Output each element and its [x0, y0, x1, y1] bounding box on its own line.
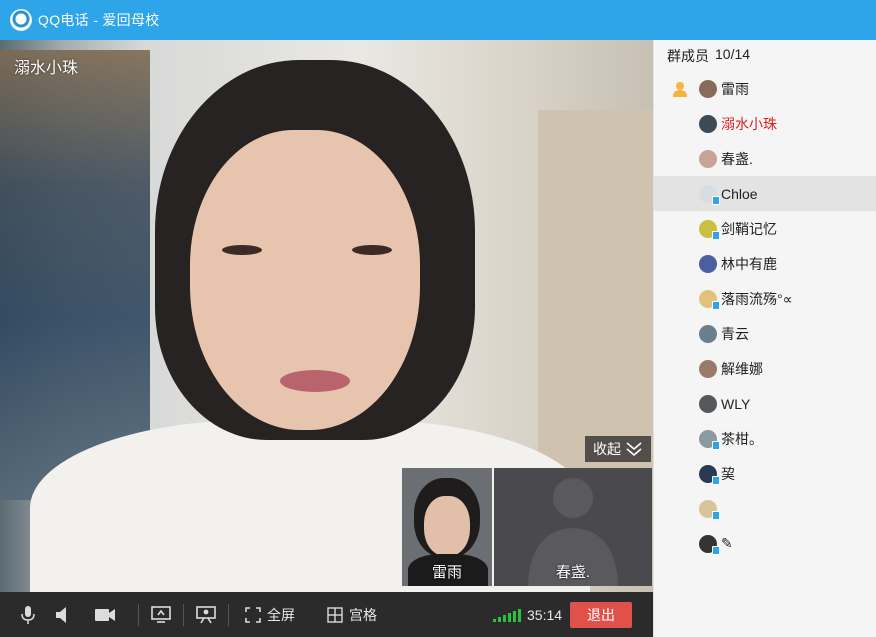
member-count: 10/14 [715, 46, 751, 62]
member-avatar [699, 254, 717, 273]
microphone-button[interactable] [14, 592, 42, 637]
grid-icon [327, 606, 343, 623]
member-list: 雷雨溺水小珠春盏. Chloe 剑鞘记忆林中有鹿落雨流殇°∝ 青云解维娜 WLY 茶柑。巭… [654, 71, 876, 561]
presentation-button[interactable] [194, 592, 218, 637]
call-toolbar: 全屏 宫格 35:14 退出 [0, 592, 653, 637]
grid-label: 宫格 [349, 606, 377, 623]
member-name: 巭 [721, 465, 735, 482]
member-avatar [699, 359, 717, 378]
toolbar-divider [138, 603, 139, 626]
thumbnail-name: 雷雨 [431, 564, 462, 581]
grid-view-button[interactable]: 宫格 [321, 592, 383, 637]
member-avatar [699, 289, 720, 310]
title-bar: QQ电话 - 爱回母校 [0, 0, 876, 40]
mobile-device-icon [712, 440, 720, 450]
call-timer: 35:14 [527, 606, 563, 623]
speaker-name: 溺水小珠 [14, 60, 79, 77]
toolbar-divider [228, 603, 229, 626]
share-screen-button[interactable] [149, 592, 173, 637]
fullscreen-icon [245, 606, 261, 623]
mobile-device-icon [712, 510, 720, 520]
member-item[interactable]: 茶柑。 [654, 421, 876, 456]
member-name: Chloe [721, 185, 758, 202]
member-avatar [699, 149, 717, 168]
toolbar-divider [183, 603, 184, 626]
screen-share-icon [151, 605, 171, 623]
member-item[interactable]: 解维娜 [654, 351, 876, 386]
thumbnail-face [424, 496, 470, 556]
member-name: 茶柑。 [721, 430, 763, 447]
mobile-device-icon [712, 545, 720, 555]
fullscreen-button[interactable]: 全屏 [239, 592, 301, 637]
main-video[interactable]: 溺水小珠 收起 雷雨 春盏. [0, 40, 653, 592]
member-item[interactable]: 雷雨 [654, 71, 876, 106]
window-title: QQ电话 - 爱回母校 [38, 10, 160, 30]
member-avatar [699, 499, 720, 520]
member-name: 剑鞘记忆 [721, 220, 777, 237]
qq-logo-icon [10, 9, 32, 31]
member-avatar [699, 79, 717, 98]
app-name: QQ电话 [38, 12, 89, 28]
member-avatar [699, 464, 720, 485]
video-camera-icon [95, 608, 115, 621]
participant-thumbnail[interactable]: 雷雨 [402, 468, 492, 586]
member-item[interactable]: 溺水小珠 [654, 106, 876, 141]
thumbnail-name: 春盏. [555, 564, 591, 581]
title-separator: - [93, 12, 99, 28]
member-avatar [699, 184, 720, 205]
member-name: 解维娜 [721, 360, 763, 377]
member-item[interactable]: WLY [654, 386, 876, 421]
mobile-device-icon [712, 230, 720, 240]
member-item[interactable]: 林中有鹿 [654, 246, 876, 281]
mobile-device-icon [712, 475, 720, 485]
member-panel: 群成员 10/14 雷雨溺水小珠春盏. Chloe 剑鞘记忆林中有鹿落雨流殇°∝ 青云… [653, 40, 876, 637]
member-item[interactable]: 落雨流殇°∝ [654, 281, 876, 316]
mobile-device-icon [712, 195, 720, 205]
member-avatar [699, 394, 717, 413]
member-panel-header: 群成员 10/14 [654, 40, 876, 71]
signal-strength-icon [493, 608, 521, 622]
member-item[interactable]: 剑鞘记忆 [654, 211, 876, 246]
collapse-label: 收起 [593, 441, 621, 457]
member-avatar [699, 219, 720, 240]
member-item[interactable]: 青云 [654, 316, 876, 351]
exit-call-button[interactable]: 退出 [570, 601, 633, 628]
camera-button[interactable] [82, 592, 128, 637]
fullscreen-label: 全屏 [267, 606, 295, 623]
group-owner-icon [673, 82, 687, 97]
speaker-button[interactable] [42, 592, 82, 637]
member-avatar [699, 534, 720, 555]
person-eye-right [352, 245, 392, 255]
member-name: WLY [721, 395, 751, 412]
microphone-icon [21, 605, 35, 624]
member-avatar [699, 429, 720, 450]
background-shelf [0, 50, 150, 500]
member-name: 雷雨 [721, 80, 749, 97]
member-name: 落雨流殇°∝ [721, 290, 793, 307]
group-name: 爱回母校 [102, 12, 160, 28]
double-chevron-down-icon [626, 442, 642, 457]
speaker-icon [56, 606, 66, 623]
presentation-icon [196, 605, 216, 623]
member-item[interactable]: Chloe [654, 176, 876, 211]
member-avatar [699, 114, 717, 133]
member-name: 溺水小珠 [721, 115, 777, 132]
member-item[interactable] [654, 491, 876, 526]
mobile-device-icon [712, 300, 720, 310]
member-name: 林中有鹿 [721, 255, 777, 272]
member-name: 春盏. [721, 150, 753, 167]
member-header-label: 群成员 [667, 48, 709, 64]
member-avatar [699, 324, 717, 343]
member-item[interactable]: 春盏. [654, 141, 876, 176]
member-name: ✎ [721, 535, 733, 551]
member-item[interactable]: 巭 [654, 456, 876, 491]
person-lips [280, 370, 350, 392]
person-eye-left [222, 245, 262, 255]
member-item[interactable]: ✎ [654, 526, 876, 561]
participant-thumbnail[interactable]: 春盏. [494, 468, 652, 586]
collapse-button[interactable]: 收起 [585, 436, 651, 462]
member-name: 青云 [721, 325, 749, 342]
